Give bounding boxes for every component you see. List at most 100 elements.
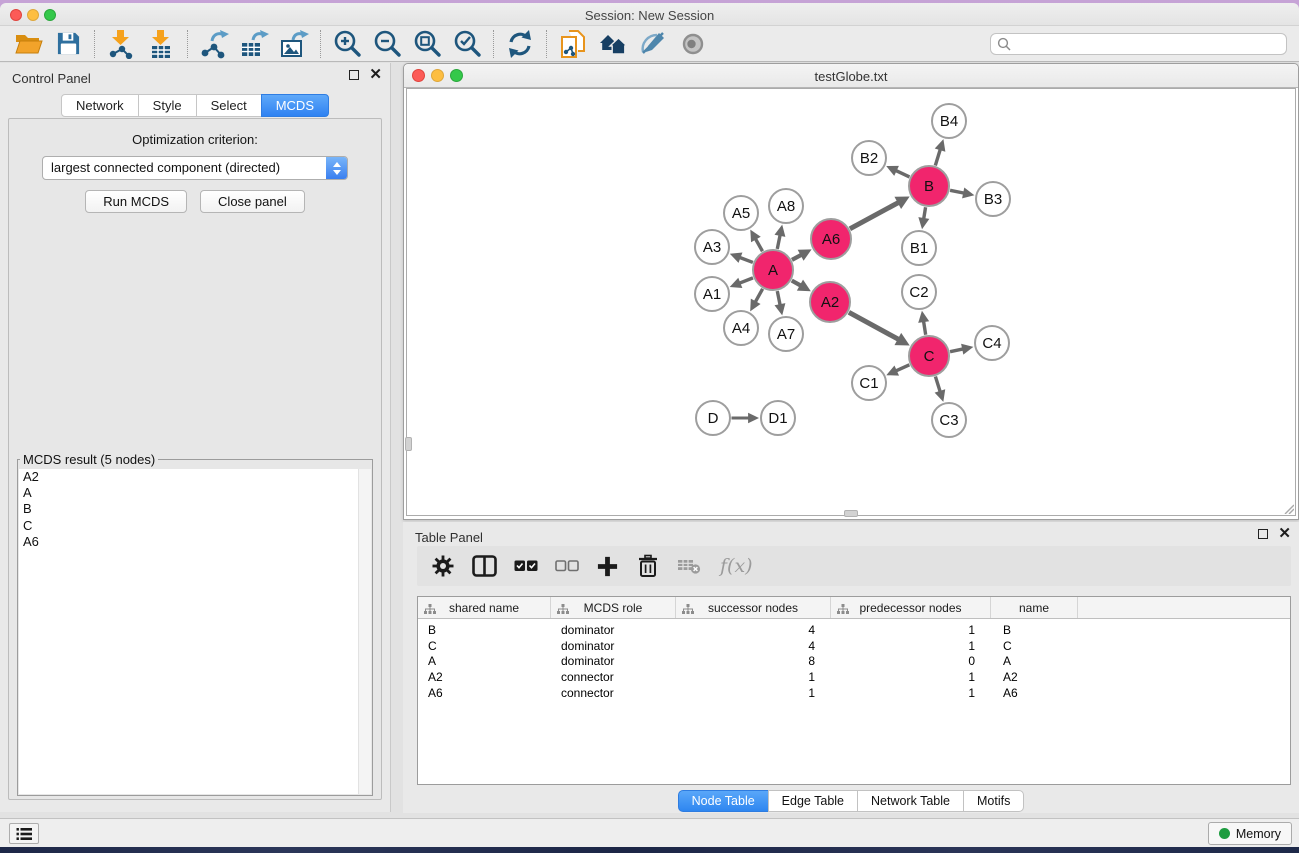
edge-A-A2[interactable] [792, 281, 801, 286]
tab-network-table[interactable]: Network Table [857, 790, 964, 812]
column-header-shared-name[interactable]: shared name [418, 597, 551, 618]
table-row[interactable]: A2connector11A2 [418, 670, 1290, 686]
tab-style[interactable]: Style [138, 94, 197, 117]
edge-A-A7[interactable] [777, 291, 780, 305]
tab-motifs[interactable]: Motifs [963, 790, 1024, 812]
tab-node-table[interactable]: Node Table [678, 790, 769, 812]
criterion-dropdown[interactable]: largest connected component (directed) [42, 156, 348, 180]
resize-grip-icon[interactable] [1282, 502, 1294, 514]
close-panel-icon[interactable]: ✕ [1278, 529, 1291, 539]
clone-network-button[interactable] [553, 28, 593, 60]
add-column-button[interactable] [596, 555, 619, 578]
edge-A-A8[interactable] [777, 235, 780, 249]
node-B4[interactable]: B4 [932, 104, 966, 138]
table-row[interactable]: Bdominator41B [418, 623, 1290, 639]
close-panel-button[interactable]: Close panel [200, 190, 305, 213]
node-C[interactable]: C [909, 336, 949, 376]
zoom-fit-button[interactable] [407, 28, 447, 60]
node-D1[interactable]: D1 [761, 401, 795, 435]
export-table-button[interactable] [234, 28, 274, 60]
node-C3[interactable]: C3 [932, 403, 966, 437]
tab-mcds[interactable]: MCDS [261, 94, 329, 117]
node-B2[interactable]: B2 [852, 141, 886, 175]
result-scrollbar[interactable] [358, 469, 371, 794]
tab-select[interactable]: Select [196, 94, 262, 117]
edge-C-C3[interactable] [935, 377, 940, 392]
edge-C-C1[interactable] [896, 365, 910, 371]
node-A3[interactable]: A3 [695, 230, 729, 264]
search-input[interactable] [990, 33, 1287, 55]
export-image-button[interactable] [274, 28, 314, 60]
result-item[interactable]: B [19, 501, 371, 517]
edge-A-A4[interactable] [755, 289, 762, 302]
table-row[interactable]: Adominator80A [418, 654, 1290, 670]
node-A6[interactable]: A6 [811, 219, 851, 259]
import-table-button[interactable] [141, 28, 181, 60]
import-network-button[interactable] [101, 28, 141, 60]
export-network-button[interactable] [194, 28, 234, 60]
run-mcds-button[interactable]: Run MCDS [85, 190, 187, 213]
horizontal-scrollbar-thumb[interactable] [844, 510, 858, 517]
close-panel-icon[interactable]: ✕ [369, 70, 382, 80]
column-header-mcds-role[interactable]: MCDS role [551, 597, 676, 618]
column-view-button[interactable] [472, 555, 497, 577]
table-row[interactable]: Cdominator41C [418, 639, 1290, 655]
node-B3[interactable]: B3 [976, 182, 1010, 216]
zoom-out-button[interactable] [367, 28, 407, 60]
zoom-selected-button[interactable] [447, 28, 487, 60]
edge-A2-C[interactable] [849, 312, 899, 339]
node-A5[interactable]: A5 [724, 196, 758, 230]
node-A[interactable]: A [753, 250, 793, 290]
birdseye-button[interactable] [673, 28, 713, 60]
column-header-name[interactable]: name [991, 597, 1078, 618]
node-C4[interactable]: C4 [975, 326, 1009, 360]
node-A4[interactable]: A4 [724, 311, 758, 345]
edge-B-B2[interactable] [896, 170, 910, 176]
home-button[interactable] [593, 28, 633, 60]
node-C2[interactable]: C2 [902, 275, 936, 309]
column-header-successor-nodes[interactable]: successor nodes [676, 597, 831, 618]
tab-edge-table[interactable]: Edge Table [768, 790, 858, 812]
function-builder-icon[interactable]: f(x) [720, 555, 753, 577]
node-C1[interactable]: C1 [852, 366, 886, 400]
edge-A6-B[interactable] [850, 202, 899, 228]
node-A7[interactable]: A7 [769, 317, 803, 351]
result-item[interactable]: A [19, 485, 371, 501]
float-panel-icon[interactable] [349, 70, 359, 80]
column-header-predecessor-nodes[interactable]: predecessor nodes [831, 597, 991, 618]
edge-A-A6[interactable] [792, 255, 802, 260]
save-session-button[interactable] [48, 28, 88, 60]
select-all-button[interactable] [514, 560, 538, 572]
deselect-all-button[interactable] [555, 560, 579, 572]
edge-A-A3[interactable] [740, 257, 753, 262]
vertical-scrollbar-thumb[interactable] [405, 437, 412, 451]
edge-C-C2[interactable] [924, 321, 926, 335]
node-B1[interactable]: B1 [902, 231, 936, 265]
memory-button[interactable]: Memory [1208, 822, 1292, 845]
float-panel-icon[interactable] [1258, 529, 1268, 539]
task-history-button[interactable] [9, 823, 39, 844]
node-A1[interactable]: A1 [695, 277, 729, 311]
edge-B-B3[interactable] [950, 190, 964, 193]
node-A2[interactable]: A2 [810, 282, 850, 322]
result-item[interactable]: C [19, 518, 371, 534]
edge-B-B1[interactable] [924, 207, 926, 219]
table-row[interactable]: A6connector11A6 [418, 686, 1290, 702]
open-file-button[interactable] [8, 28, 48, 60]
result-item[interactable]: A2 [19, 469, 371, 485]
node-D[interactable]: D [696, 401, 730, 435]
edge-A-A5[interactable] [755, 239, 762, 252]
node-A8[interactable]: A8 [769, 189, 803, 223]
edge-B-B4[interactable] [935, 149, 940, 165]
edge-A-A1[interactable] [739, 278, 753, 283]
settings-gear-button[interactable] [431, 554, 455, 578]
network-canvas[interactable]: A A1 A2 A3 A4 A5 A6 A7 A8 B B1 B2 B3 B4 C C1 C2 C3 C4 D D1 [406, 88, 1296, 516]
zoom-in-button[interactable] [327, 28, 367, 60]
edge-C-C4[interactable] [950, 349, 963, 352]
node-B[interactable]: B [909, 166, 949, 206]
delete-column-button[interactable] [636, 554, 660, 578]
delete-table-button[interactable] [677, 557, 701, 575]
hide-labels-button[interactable] [633, 28, 673, 60]
result-item[interactable]: A6 [19, 534, 371, 550]
tab-network[interactable]: Network [61, 94, 139, 117]
